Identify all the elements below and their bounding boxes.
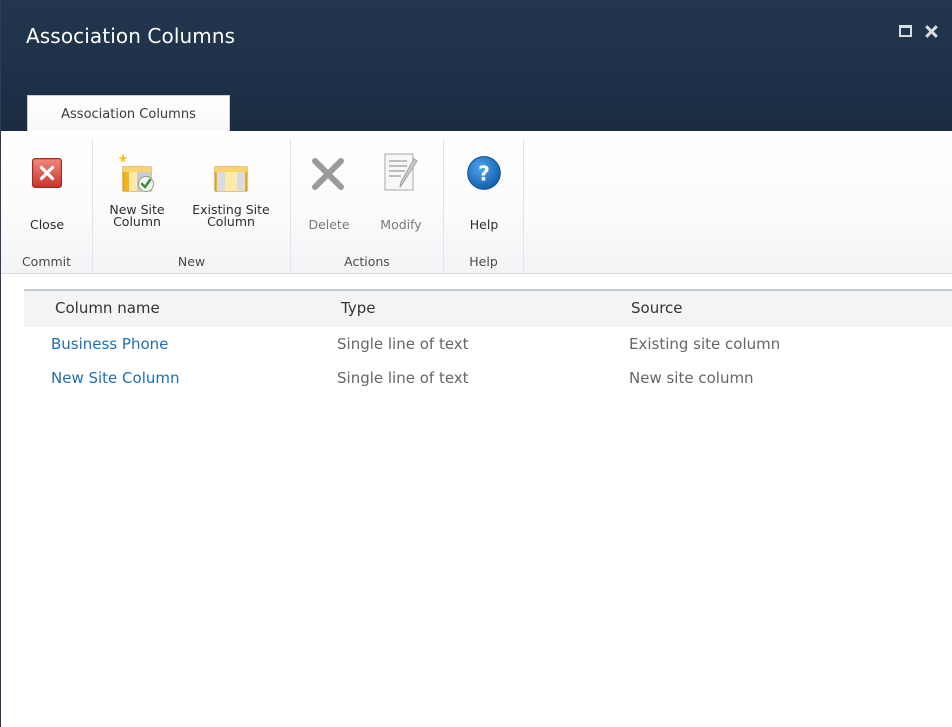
ribbon-group-actions: Delete Modify Actions xyxy=(291,139,444,274)
close-button[interactable]: Close xyxy=(8,151,86,251)
new-site-column-button[interactable]: New Site Column xyxy=(98,151,176,251)
existing-site-column-label-line2: Column xyxy=(207,214,255,229)
association-columns-list: Column name Type Source Business Phone S… xyxy=(24,274,952,727)
help-button[interactable]: ? Help xyxy=(445,151,523,251)
close-button-label: Close xyxy=(29,217,65,232)
modify-label: Modify xyxy=(380,217,422,232)
column-header-source[interactable]: Source xyxy=(631,299,683,317)
ribbon-group-commit: Close Commit xyxy=(1,139,93,274)
new-site-column-label: New Site Column xyxy=(98,203,176,229)
ribbon: Close Commit New Site Column Existing Si… xyxy=(1,131,952,274)
column-source-cell: Existing site column xyxy=(629,335,781,353)
delete-button[interactable]: Delete xyxy=(294,151,364,251)
column-header-name[interactable]: Column name xyxy=(55,299,160,317)
ribbon-group-new: New Site Column Existing Site Column New xyxy=(93,139,291,274)
column-name-link[interactable]: New Site Column xyxy=(51,362,180,394)
close-red-icon xyxy=(32,158,62,188)
new-site-column-icon xyxy=(118,153,154,192)
svg-text:?: ? xyxy=(478,161,490,185)
dialog-titlebar: Association Columns Association Columns xyxy=(1,0,952,133)
help-label: Help xyxy=(469,217,499,232)
delete-label: Delete xyxy=(308,217,350,232)
maximize-icon[interactable] xyxy=(899,25,912,37)
ribbon-group-help: ? Help Help xyxy=(444,139,524,274)
window-controls xyxy=(893,20,952,44)
association-columns-dialog: Association Columns Association Columns xyxy=(0,0,952,727)
close-icon[interactable] xyxy=(921,20,941,42)
new-site-column-label-line2: Column xyxy=(113,214,161,229)
column-source-cell: New site column xyxy=(629,369,754,387)
group-label-new: New xyxy=(177,254,206,269)
table-header: Column name Type Source xyxy=(24,289,952,327)
group-label-actions: Actions xyxy=(344,254,390,269)
dialog-title: Association Columns xyxy=(26,24,236,48)
column-type-cell: Single line of text xyxy=(337,335,469,353)
group-label-help: Help xyxy=(469,254,498,269)
delete-x-icon xyxy=(312,158,344,190)
table-row: New Site Column Single line of text New … xyxy=(24,362,952,394)
tab-association-columns[interactable]: Association Columns xyxy=(27,95,230,133)
existing-site-column-button[interactable]: Existing Site Column xyxy=(183,151,279,251)
column-type-cell: Single line of text xyxy=(337,369,469,387)
column-header-type[interactable]: Type xyxy=(341,299,375,317)
column-name-link[interactable]: Business Phone xyxy=(51,328,168,360)
table-row: Business Phone Single line of text Exist… xyxy=(24,328,952,360)
existing-site-column-label: Existing Site Column xyxy=(183,203,279,229)
existing-site-column-icon xyxy=(214,166,248,192)
group-label-commit: Commit xyxy=(21,254,72,269)
help-question-icon: ? xyxy=(467,156,501,190)
modify-button[interactable]: Modify xyxy=(363,151,439,251)
modify-document-icon xyxy=(384,153,418,191)
